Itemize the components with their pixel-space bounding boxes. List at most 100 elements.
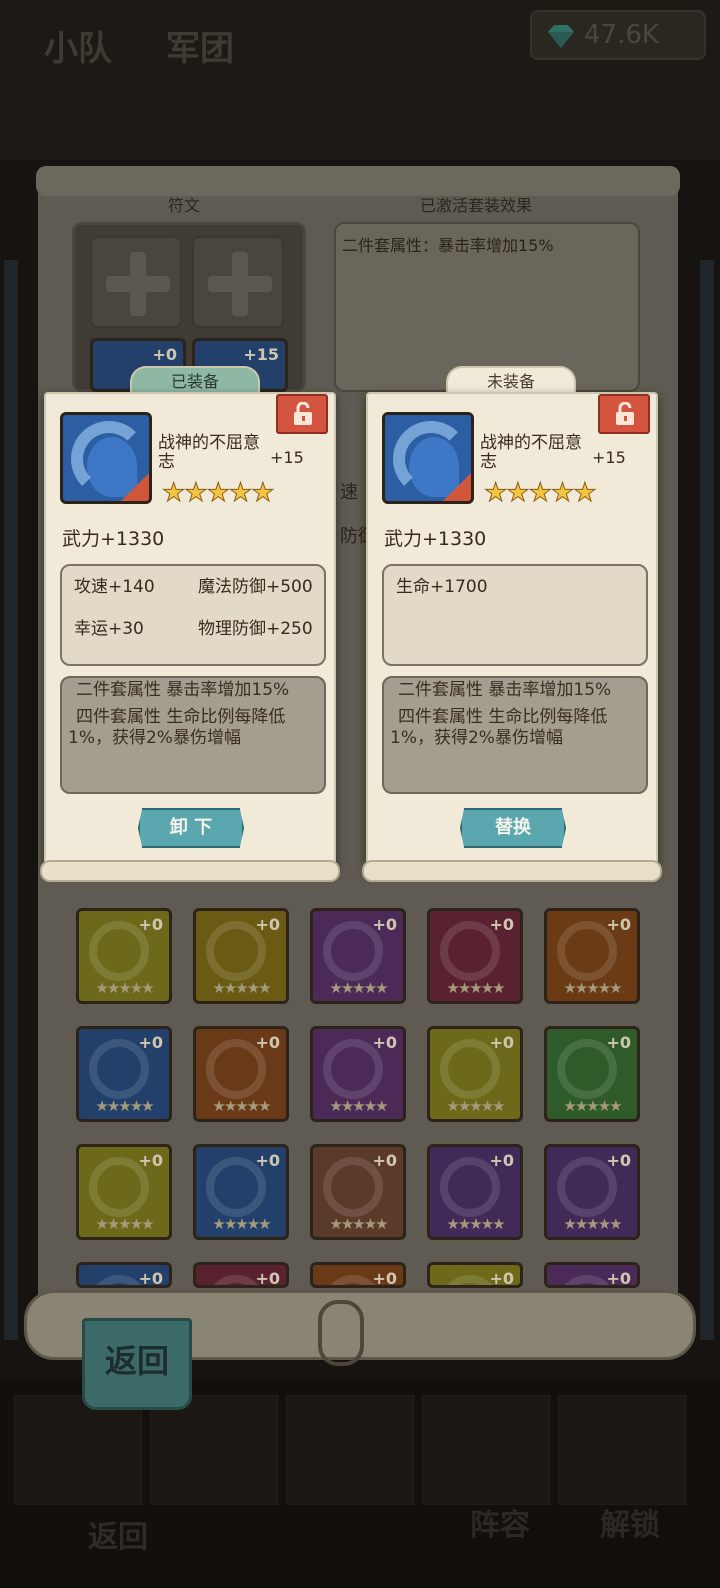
rune-stars: ★★★★★: [563, 1215, 622, 1233]
rune-name: 战神的不屈意志: [158, 433, 260, 472]
unequipped-rune-card: 战神的不屈意志 +15 ★★★★★ 武力+1330 生命+1700 二件套属性 …: [366, 392, 658, 868]
empty-rune-slot[interactable]: [192, 236, 284, 328]
rune-level: +0: [372, 1269, 397, 1288]
rune-stars: ★★★★★: [162, 478, 276, 509]
rune-item[interactable]: +0 ★★★★★: [544, 1026, 640, 1122]
rune-item[interactable]: +0 ★★★★★: [193, 1026, 289, 1122]
sub-stat: 物理防御+250: [198, 619, 313, 639]
rune-level: +0: [372, 1033, 397, 1052]
card-roll: [362, 860, 662, 882]
tab-squad[interactable]: 小队: [44, 22, 112, 76]
rune-level: +0: [138, 1033, 163, 1052]
rune-level: +0: [489, 1033, 514, 1052]
rune-item[interactable]: +0 ★★★★★: [193, 908, 289, 1004]
rune-level: +0: [255, 1151, 280, 1170]
back-button[interactable]: 返回: [82, 1318, 192, 1410]
sub-stats-box: 生命+1700: [382, 564, 648, 666]
rune-stars: ★★★★★: [95, 1097, 154, 1115]
card-roll: [40, 860, 340, 882]
main-stat: 武力+1330: [384, 528, 487, 550]
rune-item[interactable]: +0: [427, 1262, 523, 1288]
rune-stars: ★★★★★: [563, 979, 622, 997]
sub-stats-box: 攻速+140 魔法防御+500 幸运+30 物理防御+250: [60, 564, 326, 666]
rune-stars: ★★★★★: [446, 1215, 505, 1233]
sub-stat: 攻速+140: [74, 577, 155, 597]
rune-item[interactable]: +0 ★★★★★: [76, 1026, 172, 1122]
rune-level: +15: [592, 448, 626, 467]
replace-button[interactable]: 替换: [460, 808, 566, 848]
rune-item[interactable]: +0: [193, 1262, 289, 1288]
lock-button[interactable]: [276, 394, 328, 434]
rune-level: +0: [489, 915, 514, 934]
bottom-slot: [558, 1395, 686, 1505]
rune-item[interactable]: +0 ★★★★★: [76, 908, 172, 1004]
tab-legion[interactable]: 军团: [166, 22, 234, 76]
empty-rune-slot[interactable]: [90, 236, 182, 328]
rune-level: +0: [489, 1151, 514, 1170]
gem-counter: 47.6K: [530, 10, 706, 60]
rune-item[interactable]: +0: [310, 1262, 406, 1288]
rune-stars: ★★★★★: [329, 979, 388, 997]
bottom-lineup-label[interactable]: 阵容: [470, 1500, 530, 1544]
rune-level: +0: [489, 1269, 514, 1288]
active-set-effect-text: 二件套属性：暴击率增加15%: [342, 236, 554, 255]
rune-item[interactable]: +0 ★★★★★: [427, 908, 523, 1004]
rune-level: +0: [138, 1151, 163, 1170]
bottom-unlock-label[interactable]: 解锁: [600, 1500, 660, 1544]
bottom-slot: [14, 1395, 142, 1505]
rune-level: +0: [606, 1151, 631, 1170]
rune-header: 符文: [168, 196, 201, 215]
sub-stat: 幸运+30: [74, 619, 144, 639]
rune-stars: ★★★★★: [446, 1097, 505, 1115]
rune-item[interactable]: +0 ★★★★★: [427, 1144, 523, 1240]
top-bar: 小队 军团 47.6K: [0, 0, 720, 160]
bottom-slot: [422, 1395, 550, 1505]
rune-level: +0: [606, 1033, 631, 1052]
unlock-icon: [616, 402, 634, 425]
rune-stars: ★★★★★: [212, 1215, 271, 1233]
rune-item[interactable]: +0 ★★★★★: [427, 1026, 523, 1122]
two-piece-effect: 二件套属性 暴击率增加15%: [398, 680, 612, 700]
set-effect-desc-box: 二件套属性 暴击率增加15% 四件套属性 生命比例每降低1%，获得2%暴伤增幅: [382, 676, 648, 794]
four-piece-effect: 四件套属性 生命比例每降低1%，获得2%暴伤增幅: [390, 707, 608, 748]
rune-level: +0: [255, 1033, 280, 1052]
two-piece-effect: 二件套属性 暴击率增加15%: [76, 680, 290, 700]
bottom-slot: [286, 1395, 414, 1505]
rune-stars: ★★★★★: [446, 979, 505, 997]
right-pillar: [700, 260, 714, 1340]
rune-item[interactable]: +0 ★★★★★: [76, 1144, 172, 1240]
lock-button[interactable]: [598, 394, 650, 434]
unlock-icon: [294, 402, 312, 425]
rune-stars: ★★★★★: [563, 1097, 622, 1115]
main-stat: 武力+1330: [62, 528, 165, 550]
rune-stars: ★★★★★: [329, 1097, 388, 1115]
rune-stars: ★★★★★: [95, 979, 154, 997]
rune-stars: ★★★★★: [212, 1097, 271, 1115]
four-piece-effect: 四件套属性 生命比例每降低1%，获得2%暴伤增幅: [68, 707, 286, 748]
rune-stars: ★★★★★: [329, 1215, 388, 1233]
rune-item[interactable]: +0 ★★★★★: [310, 1026, 406, 1122]
left-pillar: [4, 260, 18, 1340]
rune-level: +0: [372, 915, 397, 934]
rune-item[interactable]: +0: [544, 1262, 640, 1288]
rune-level: +0: [606, 1269, 631, 1288]
rune-item[interactable]: +0 ★★★★★: [544, 1144, 640, 1240]
rune-name: 战神的不屈意志: [480, 433, 582, 472]
rune-item[interactable]: +0 ★★★★★: [544, 908, 640, 1004]
rune-level: +0: [606, 915, 631, 934]
rune-item[interactable]: +0 ★★★★★: [193, 1144, 289, 1240]
bottom-slot: [150, 1395, 278, 1505]
partial-stat-text: 速: [340, 482, 358, 503]
unequip-button[interactable]: 卸 下: [138, 808, 244, 848]
diamond-icon: [548, 25, 574, 48]
rune-item[interactable]: +0: [76, 1262, 172, 1288]
panel-top-roll: [36, 166, 680, 196]
rune-item[interactable]: +0 ★★★★★: [310, 1144, 406, 1240]
sub-stat: 生命+1700: [396, 577, 488, 597]
bottom-back-label[interactable]: 返回: [88, 1512, 148, 1556]
rune-level: +0: [255, 1269, 280, 1288]
rune-level: +0: [372, 1151, 397, 1170]
rune-level: +0: [152, 345, 177, 364]
rune-level: +0: [255, 915, 280, 934]
rune-item[interactable]: +0 ★★★★★: [310, 908, 406, 1004]
